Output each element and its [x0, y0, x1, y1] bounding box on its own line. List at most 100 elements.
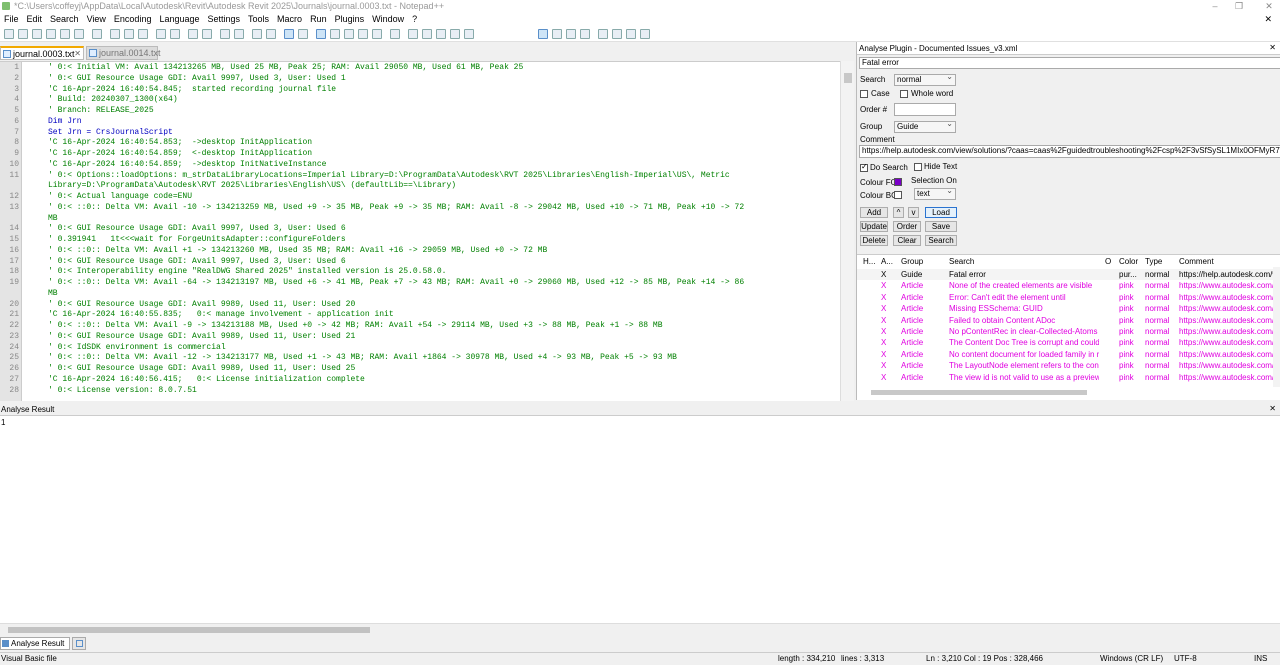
- tab-plugin-output[interactable]: [72, 637, 86, 650]
- zoom-in-icon[interactable]: [220, 29, 230, 39]
- zoom-out-icon[interactable]: [234, 29, 244, 39]
- monitoring-icon[interactable]: [390, 29, 400, 39]
- do-search-checkbox[interactable]: [860, 162, 868, 172]
- play-macro-icon[interactable]: [436, 29, 446, 39]
- grid-row[interactable]: X Article Error: Can't edit the element un…: [857, 292, 1280, 303]
- grid-header-search[interactable]: Search: [949, 257, 974, 266]
- cut-icon[interactable]: [110, 29, 120, 39]
- search-mode-select[interactable]: normal: [894, 72, 956, 86]
- code-editor[interactable]: 1 2 3 4 5 6 7 8 9 10 11 12 13 14 15 16 17 18 19 20 21 22 23 24 2…: [0, 61, 840, 401]
- menu-macro[interactable]: Macro: [273, 12, 306, 26]
- copy-icon[interactable]: [124, 29, 134, 39]
- result-horizontal-scrollbar[interactable]: [0, 623, 1280, 635]
- plugin-tool-3-icon[interactable]: [580, 29, 590, 39]
- menu-edit[interactable]: Edit: [23, 12, 47, 26]
- new-file-icon[interactable]: [4, 29, 14, 39]
- indent-guide-icon[interactable]: [316, 29, 326, 39]
- paste-icon[interactable]: [138, 29, 148, 39]
- add-button[interactable]: Add: [860, 207, 888, 218]
- analyse-plugin-icon[interactable]: [538, 29, 548, 39]
- open-file-icon[interactable]: [18, 29, 28, 39]
- menu-plugins[interactable]: Plugins: [331, 12, 369, 26]
- grid-scrollbar-thumb[interactable]: [871, 390, 1087, 395]
- whole-word-checkbox[interactable]: [900, 90, 908, 98]
- grid-header-color[interactable]: Color: [1119, 257, 1138, 266]
- record-macro-icon[interactable]: [408, 29, 418, 39]
- menu-view[interactable]: View: [83, 12, 110, 26]
- load-button[interactable]: Load: [925, 207, 957, 218]
- analyse-result-panel[interactable]: 1: [0, 416, 1280, 623]
- grid-header-group[interactable]: Group: [901, 257, 923, 266]
- arrow-down-icon[interactable]: [612, 29, 622, 39]
- hide-text-checkbox[interactable]: [914, 163, 922, 171]
- plugin-tool-5-icon[interactable]: [640, 29, 650, 39]
- issues-grid[interactable]: H... A... Group Search O Color Type Comm…: [857, 254, 1280, 400]
- clear-button[interactable]: Clear: [893, 235, 921, 246]
- print-icon[interactable]: [92, 29, 102, 39]
- plugin-tool-2-icon[interactable]: [566, 29, 576, 39]
- grid-header-type[interactable]: Type: [1145, 257, 1162, 266]
- update-button[interactable]: Update: [860, 221, 888, 232]
- arrow-up-icon[interactable]: [598, 29, 608, 39]
- move-down-button[interactable]: v: [908, 207, 919, 218]
- order-button[interactable]: Order: [893, 221, 921, 232]
- save-macro-icon[interactable]: [464, 29, 474, 39]
- grid-header-a[interactable]: A...: [881, 257, 893, 266]
- grid-row[interactable]: X Article The LayoutNode element refers to…: [857, 360, 1280, 371]
- menu-run[interactable]: Run: [306, 12, 331, 26]
- tab-analyse-result[interactable]: Analyse Result: [0, 637, 70, 650]
- close-tab-icon[interactable]: ✕: [74, 48, 81, 60]
- selection-on-select[interactable]: text: [914, 186, 956, 200]
- grid-row[interactable]: X Article Failed to obtain Content ADoc pin…: [857, 315, 1280, 326]
- menu-language[interactable]: Language: [155, 12, 203, 26]
- run-macro-multiple-icon[interactable]: [450, 29, 460, 39]
- replace-icon[interactable]: [202, 29, 212, 39]
- menu-close-icon[interactable]: ✕: [1260, 12, 1276, 26]
- save-button[interactable]: Save: [925, 221, 957, 232]
- group-select[interactable]: Guide: [894, 119, 956, 133]
- grid-row[interactable]: X Article No pContentRec in clear-Collecte…: [857, 326, 1280, 337]
- menu-window[interactable]: Window: [368, 12, 408, 26]
- save-all-icon[interactable]: [46, 29, 56, 39]
- result-close-icon[interactable]: ✕: [1269, 404, 1276, 413]
- sync-vertical-icon[interactable]: [252, 29, 262, 39]
- stop-macro-icon[interactable]: [422, 29, 432, 39]
- delete-button[interactable]: Delete: [860, 235, 888, 246]
- menu-encoding[interactable]: Encoding: [110, 12, 156, 26]
- search-button[interactable]: Search: [925, 235, 957, 246]
- redo-icon[interactable]: [170, 29, 180, 39]
- menu-help[interactable]: ?: [408, 12, 421, 26]
- close-file-icon[interactable]: [60, 29, 70, 39]
- grid-row[interactable]: X Article None of the created elements are…: [857, 280, 1280, 291]
- grid-row[interactable]: X Article The view id is not valid to use …: [857, 372, 1280, 383]
- tab-journal-0003[interactable]: journal.0003.txt ✕: [0, 46, 84, 60]
- function-list-icon[interactable]: [358, 29, 368, 39]
- word-wrap-icon[interactable]: [284, 29, 294, 39]
- grid-row[interactable]: X Article The Content Doc Tree is corrupt …: [857, 337, 1280, 348]
- editor-vertical-scrollbar[interactable]: [840, 61, 854, 401]
- menu-settings[interactable]: Settings: [204, 12, 245, 26]
- colour-bg-swatch[interactable]: [894, 191, 902, 199]
- grid-header-h[interactable]: H...: [863, 257, 875, 266]
- folder-workspace-icon[interactable]: [372, 29, 382, 39]
- plugin-close-icon[interactable]: ✕: [1269, 43, 1276, 52]
- close-icon[interactable]: ✕: [1262, 0, 1276, 12]
- menu-tools[interactable]: Tools: [244, 12, 273, 26]
- doc-map-icon[interactable]: [344, 29, 354, 39]
- colour-fg-swatch[interactable]: [894, 178, 902, 186]
- grid-vertical-scrollbar[interactable]: [1273, 267, 1280, 387]
- menu-file[interactable]: File: [0, 12, 23, 26]
- udl-icon[interactable]: [330, 29, 340, 39]
- undo-icon[interactable]: [156, 29, 166, 39]
- show-all-chars-icon[interactable]: [298, 29, 308, 39]
- find-icon[interactable]: [188, 29, 198, 39]
- sync-horizontal-icon[interactable]: [266, 29, 276, 39]
- scrollbar-thumb[interactable]: [8, 627, 370, 633]
- plugin-tool-icon[interactable]: [552, 29, 562, 39]
- grid-header-comment[interactable]: Comment: [1179, 257, 1214, 266]
- minimize-icon[interactable]: –: [1208, 0, 1222, 12]
- close-all-icon[interactable]: [74, 29, 84, 39]
- comment-input[interactable]: https://help.autodesk.com/view/solutions…: [859, 145, 1280, 158]
- scrollbar-thumb[interactable]: [844, 73, 852, 83]
- grid-header-o[interactable]: O: [1105, 257, 1111, 266]
